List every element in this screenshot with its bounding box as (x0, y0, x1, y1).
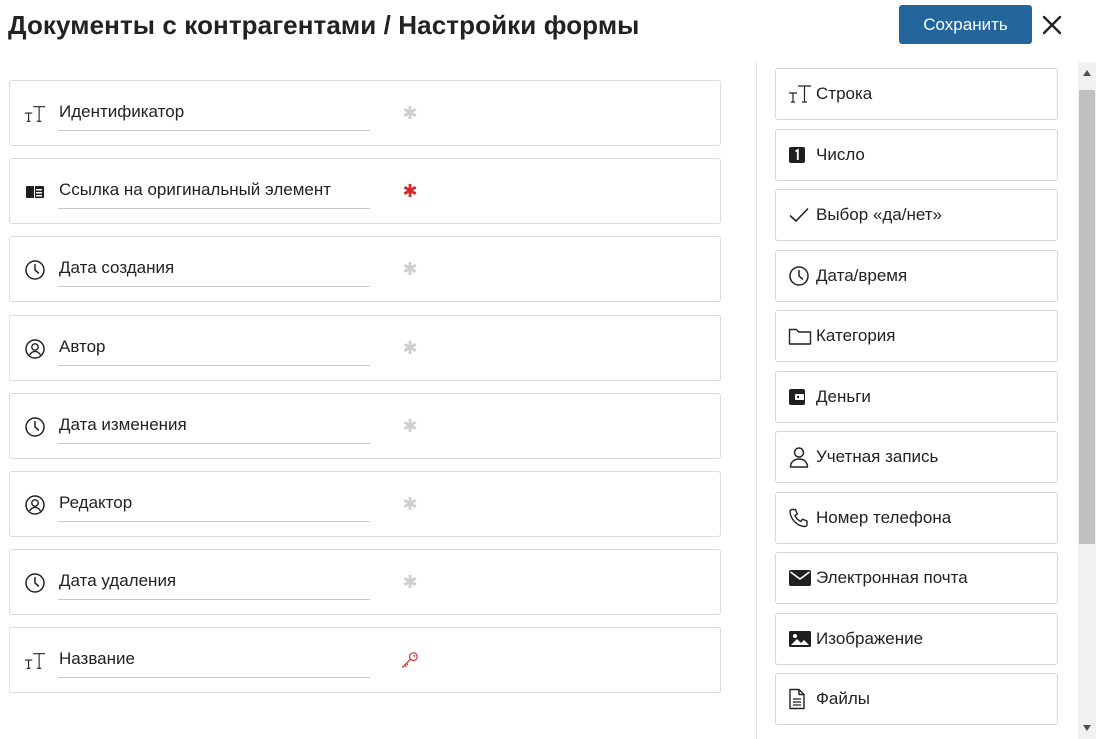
type-account-button[interactable]: Учетная запись (775, 431, 1058, 483)
file-icon (788, 687, 816, 711)
clock-icon (24, 416, 46, 438)
type-label: Изображение (816, 628, 924, 648)
wallet-icon (788, 385, 816, 409)
type-label: Дата/время (816, 265, 908, 285)
form-fields-list: Идентификатор ✱ Ссылка на оригинальный э… (9, 80, 721, 705)
field-label: Дата создания (59, 258, 175, 277)
field-type-palette: Строка Число Выбор «да/нет» Дата/время К… (775, 68, 1058, 734)
field-underline (58, 130, 370, 131)
required-toggle[interactable]: ✱ (400, 416, 420, 436)
type-label: Номер телефона (816, 507, 952, 527)
type-number-button[interactable]: Число (775, 128, 1058, 181)
required-toggle[interactable]: ✱ (400, 103, 420, 123)
field-label: Дата удаления (59, 571, 177, 590)
field-underline (58, 208, 370, 209)
clock-icon (24, 259, 46, 281)
type-label: Деньги (816, 386, 871, 406)
required-toggle[interactable]: ✱ (400, 572, 420, 592)
field-underline (58, 521, 370, 522)
field-row-deleted-date[interactable]: Дата удаления ✱ (9, 549, 721, 615)
field-row-editor[interactable]: Редактор ✱ (9, 471, 721, 537)
field-row-created-date[interactable]: Дата создания ✱ (9, 236, 721, 302)
type-files-button[interactable]: Файлы (775, 673, 1058, 725)
save-button[interactable]: Сохранить (899, 5, 1032, 44)
type-label: Строка (816, 84, 873, 103)
image-icon (788, 627, 816, 651)
key-icon[interactable] (400, 650, 420, 670)
field-row-modified-date[interactable]: Дата изменения ✱ (9, 393, 721, 459)
type-label: Учетная запись (816, 447, 939, 466)
type-label: Категория (816, 326, 896, 345)
type-boolean-button[interactable]: Выбор «да/нет» (775, 189, 1058, 241)
field-underline (58, 677, 370, 678)
required-toggle[interactable]: ✱ (400, 259, 420, 279)
required-toggle[interactable]: ✱ (400, 494, 420, 514)
required-toggle[interactable]: ✱ (400, 181, 420, 201)
type-email-button[interactable]: Электронная почта (775, 552, 1058, 604)
type-label: Выбор «да/нет» (816, 205, 942, 224)
text-type-icon (24, 650, 46, 672)
field-underline (58, 286, 370, 287)
phone-icon (788, 506, 816, 530)
text-type-icon (788, 82, 816, 106)
checkmark-icon (788, 203, 816, 227)
required-toggle[interactable]: ✱ (400, 338, 420, 358)
type-image-button[interactable]: Изображение (775, 612, 1058, 665)
field-underline (58, 443, 370, 444)
palette-scrollbar[interactable] (1078, 62, 1096, 739)
clock-icon (24, 572, 46, 594)
page-title: Документы с контрагентами / Настройки фо… (8, 10, 640, 40)
close-button[interactable] (1037, 8, 1067, 42)
type-datetime-button[interactable]: Дата/время (775, 249, 1058, 302)
scroll-up-arrow-icon[interactable] (1078, 66, 1096, 80)
field-label: Идентификатор (59, 102, 185, 121)
field-label: Ссылка на оригинальный элемент (59, 180, 332, 199)
number-one-icon (788, 143, 816, 167)
scrollbar-thumb[interactable] (1079, 90, 1095, 544)
clock-icon (788, 264, 816, 288)
type-label: Число (816, 144, 865, 164)
type-money-button[interactable]: Деньги (775, 370, 1058, 423)
envelope-icon (788, 566, 816, 590)
field-row-original-link[interactable]: Ссылка на оригинальный элемент ✱ (9, 158, 721, 224)
type-label: Файлы (816, 689, 871, 708)
field-underline (58, 365, 370, 366)
user-icon (788, 445, 816, 469)
user-circle-icon (24, 338, 46, 360)
folder-icon (788, 324, 816, 348)
field-row-author[interactable]: Автор ✱ (9, 315, 721, 381)
text-type-icon (24, 103, 46, 125)
panel-divider (756, 62, 757, 739)
field-row-identifier[interactable]: Идентификатор ✱ (9, 80, 721, 146)
type-phone-button[interactable]: Номер телефона (775, 491, 1058, 544)
field-label: Название (59, 649, 135, 668)
type-label: Электронная почта (816, 568, 968, 587)
type-string-button[interactable]: Строка (775, 68, 1058, 120)
scroll-down-arrow-icon[interactable] (1078, 721, 1096, 735)
field-label: Дата изменения (59, 415, 187, 434)
link-element-icon (24, 181, 46, 203)
field-label: Автор (59, 337, 106, 356)
field-underline (58, 599, 370, 600)
type-category-button[interactable]: Категория (775, 310, 1058, 362)
close-icon (1042, 15, 1062, 35)
field-label: Редактор (59, 493, 133, 512)
user-circle-icon (24, 494, 46, 516)
field-row-name[interactable]: Название (9, 627, 721, 693)
